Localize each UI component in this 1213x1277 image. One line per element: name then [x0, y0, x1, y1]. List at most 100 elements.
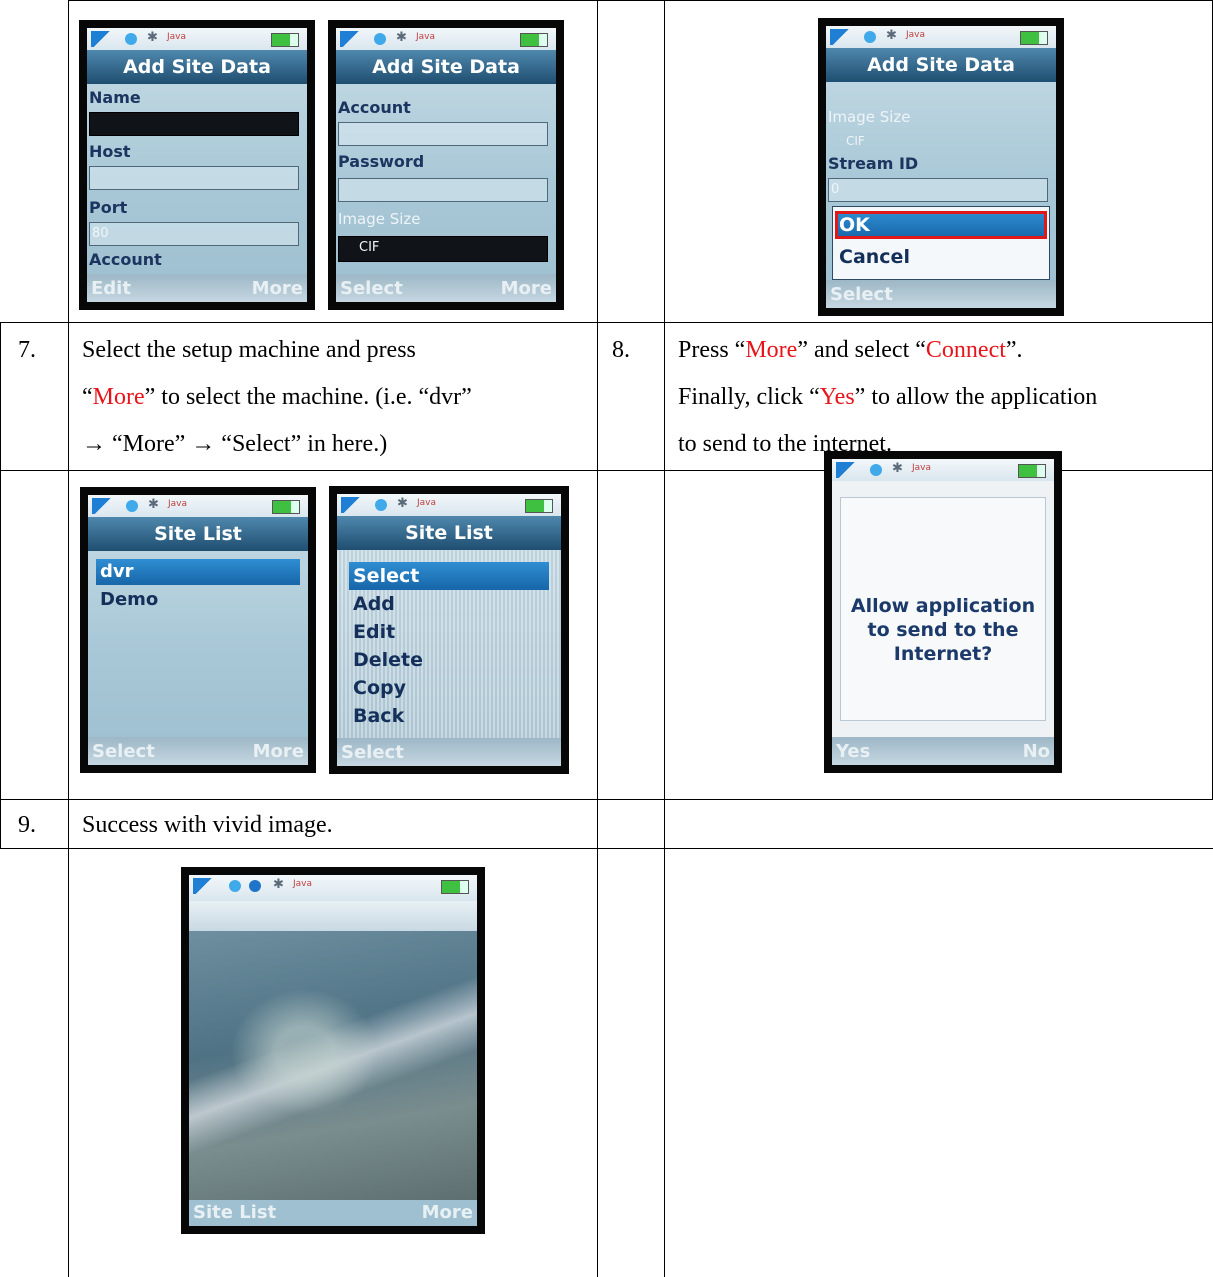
text-segment: ”.: [1005, 337, 1023, 363]
site-item-dvr[interactable]: dvr: [96, 559, 300, 585]
menu-item-add[interactable]: Add: [349, 590, 549, 618]
softkey-bar: Site List More: [189, 1198, 477, 1226]
softkey-more[interactable]: More: [253, 741, 304, 762]
menu-item-select[interactable]: Select: [349, 562, 549, 590]
phone-screenshot-site-list-2: ✱ Java Site List Select Add Edit Delete …: [329, 486, 569, 774]
stream-id-label: Stream ID: [828, 154, 919, 173]
softkey-more[interactable]: More: [422, 1202, 473, 1223]
phone-screenshot-live-view: ✱ Java Site List More: [181, 867, 485, 1234]
bluetooth-icon: ✱: [147, 30, 158, 45]
popup-item-cancel[interactable]: Cancel: [835, 243, 1037, 271]
step-7-number: 7.: [18, 337, 36, 363]
image-size-label: Image Size: [338, 210, 421, 228]
softkey-yes[interactable]: Yes: [836, 741, 870, 762]
name-field[interactable]: [89, 112, 299, 136]
menu-item-edit[interactable]: Edit: [349, 618, 549, 646]
bluetooth-icon: ✱: [886, 28, 897, 43]
battery-icon: [272, 500, 300, 514]
java-indicator: Java: [906, 30, 926, 40]
phone-screen: ✱ Java Add Site Data Image Size CIF Stre…: [826, 26, 1056, 308]
battery-icon: [520, 33, 548, 47]
dialog-message-line: Allow application: [850, 595, 1036, 617]
phone-screen: ✱ Java Site List Select Add Edit Delete …: [337, 494, 561, 766]
table-rule: [0, 322, 1213, 323]
softkey-select[interactable]: Select: [341, 742, 404, 763]
softkey-select[interactable]: Select: [340, 278, 403, 299]
softkey-bar: Select More: [88, 737, 308, 765]
table-border-left: [68, 0, 69, 1277]
dialog-message-line: to send to the: [867, 619, 1019, 641]
java-indicator: Java: [912, 463, 932, 473]
screen-title: Add Site Data: [336, 50, 556, 84]
softkey-site-list[interactable]: Site List: [193, 1202, 276, 1223]
highlight-connect: Connect: [925, 337, 1006, 363]
screen-title: Site List: [88, 517, 308, 551]
port-label: Port: [89, 198, 128, 217]
softkey-select[interactable]: Select: [830, 284, 893, 305]
step-8-number: 8.: [612, 337, 630, 363]
step-7-line-1: Select the setup machine and press: [82, 337, 416, 363]
text-segment: ” to allow the application: [854, 384, 1098, 410]
table-rule: [0, 799, 1213, 800]
highlight-more: More: [745, 337, 798, 363]
highlight-yes: Yes: [819, 384, 855, 410]
status-bar: ✱ Java: [87, 28, 307, 50]
signal-icon: [340, 31, 366, 47]
status-bar: ✱ Java: [88, 495, 308, 517]
java-indicator: Java: [168, 499, 188, 509]
host-field[interactable]: [89, 166, 299, 190]
password-field[interactable]: [338, 178, 548, 202]
network-icon: [126, 500, 138, 512]
password-label: Password: [338, 152, 425, 171]
table-divider-mid2: [664, 0, 665, 1277]
port-field[interactable]: 80: [89, 222, 299, 246]
screen-title-bar: [189, 901, 477, 931]
status-bar: ✱ Java: [337, 494, 561, 516]
phone-screen: ✱ Java Add Site Data Account Password Im…: [336, 28, 556, 302]
status-bar: ✱ Java: [189, 875, 477, 901]
softkey-select[interactable]: Select: [92, 741, 155, 762]
highlight-more: More: [92, 384, 145, 410]
network-icon: [870, 464, 882, 476]
table-rule: [0, 848, 1213, 849]
account-field[interactable]: [338, 122, 548, 146]
softkey-edit[interactable]: Edit: [91, 278, 131, 299]
bluetooth-icon: ✱: [396, 30, 407, 45]
softkey-more[interactable]: More: [252, 278, 303, 299]
bluetooth-icon: ✱: [892, 461, 903, 476]
quote-open: “: [82, 384, 93, 410]
network-icon: [374, 33, 386, 45]
menu-item-delete[interactable]: Delete: [349, 646, 549, 674]
softkey-no[interactable]: No: [1023, 741, 1050, 762]
popup-item-ok[interactable]: OK: [835, 211, 1047, 239]
phone-screenshot-add-site-1: ✱ Java Add Site Data Name Host Port 80 A…: [79, 20, 315, 310]
softkey-more[interactable]: More: [501, 278, 552, 299]
text-segment: Press “: [678, 337, 746, 363]
bluetooth-icon: ✱: [273, 877, 284, 892]
phone-screenshot-site-list-1: ✱ Java Site List dvr Demo Select More: [80, 487, 316, 773]
menu-item-back[interactable]: Back: [349, 702, 549, 730]
softkey-bar: Select: [337, 738, 561, 766]
status-bar: ✱ Java: [826, 26, 1056, 48]
text-segment: Finally, click “: [678, 384, 820, 410]
step-9-number: 9.: [18, 812, 36, 838]
phone-screen: ✱ Java Site List More: [189, 875, 477, 1226]
cif-option[interactable]: CIF: [846, 134, 865, 148]
softkey-bar: Select: [826, 280, 1056, 308]
network-icon: [125, 33, 137, 45]
image-size-choice[interactable]: CIF: [338, 236, 548, 262]
battery-icon: [1018, 464, 1046, 478]
host-label: Host: [89, 142, 131, 161]
stream-id-field[interactable]: 0: [828, 178, 1048, 202]
camera-live-image: [189, 931, 477, 1200]
softkey-bar: Select More: [336, 274, 556, 302]
site-item-demo[interactable]: Demo: [96, 587, 300, 613]
phone-screen: ✱ Java Add Site Data Name Host Port 80 A…: [87, 28, 307, 302]
java-indicator: Java: [417, 498, 437, 508]
phone-screenshot-allow-dialog: ✱ Java Allow application to send to the …: [824, 451, 1062, 773]
phone-screen: ✱ Java Allow application to send to the …: [832, 459, 1054, 765]
screen-title: Add Site Data: [826, 48, 1056, 82]
menu-item-copy[interactable]: Copy: [349, 674, 549, 702]
network-icon: [229, 880, 241, 892]
bluetooth-icon: ✱: [397, 496, 408, 511]
